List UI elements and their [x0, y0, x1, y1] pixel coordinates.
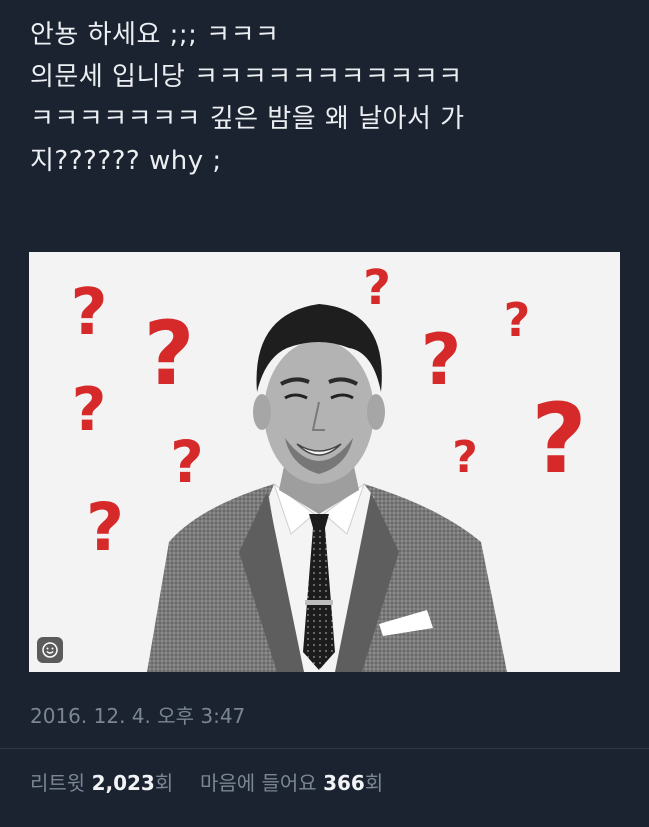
tweet-line: ㅋㅋㅋㅋㅋㅋㅋ 깊은 밤을 왜 날아서 가	[30, 104, 465, 134]
question-mark: ?	[531, 383, 587, 495]
question-mark: ?	[504, 293, 531, 347]
tweet-text: 안뇽 하세요 ;;; ㅋㅋㅋ 의문세 입니당 ㅋㅋㅋㅋㅋㅋㅋㅋㅋㅋㅋ ㅋㅋㅋㅋㅋ…	[30, 14, 630, 182]
likes-stat[interactable]: 마음에 들어요 366회	[200, 771, 383, 795]
retweet-unit: 회	[154, 771, 174, 795]
question-mark: ?	[143, 302, 194, 405]
retweet-stat[interactable]: 리트윗 2,023회	[30, 771, 180, 795]
question-mark: ?	[363, 260, 391, 316]
retweet-count: 2,023	[91, 771, 155, 795]
question-mark: ?	[72, 375, 107, 445]
question-mark: ?	[70, 276, 107, 350]
smiley-icon	[42, 642, 58, 658]
tweet-timestamp[interactable]: 2016. 12. 4. 오후 3:47	[30, 700, 245, 729]
question-mark: ?	[170, 428, 204, 496]
retweet-label: 리트윗	[30, 771, 86, 795]
question-mark: ?	[86, 489, 124, 566]
sticker-button[interactable]	[37, 637, 63, 663]
tweet-line: 안뇽 하세요 ;;; ㅋㅋㅋ	[30, 20, 280, 50]
tweet-line: 의문세 입니당 ㅋㅋㅋㅋㅋㅋㅋㅋㅋㅋㅋ	[30, 62, 463, 92]
likes-label: 마음에 들어요	[199, 771, 317, 795]
photo-illustration: ? ? ? ? ? ? ? ? ? ?	[70, 260, 587, 672]
question-mark: ?	[452, 432, 478, 483]
likes-unit: 회	[364, 771, 384, 795]
question-mark: ?	[421, 319, 462, 401]
tweet-image[interactable]: ? ? ? ? ? ? ? ? ? ?	[29, 252, 620, 672]
divider	[0, 748, 649, 749]
likes-count: 366	[323, 771, 365, 795]
tweet-line: 지?????? why ;	[30, 146, 222, 176]
tweet-stats: 리트윗 2,023회 마음에 들어요 366회	[30, 767, 383, 796]
